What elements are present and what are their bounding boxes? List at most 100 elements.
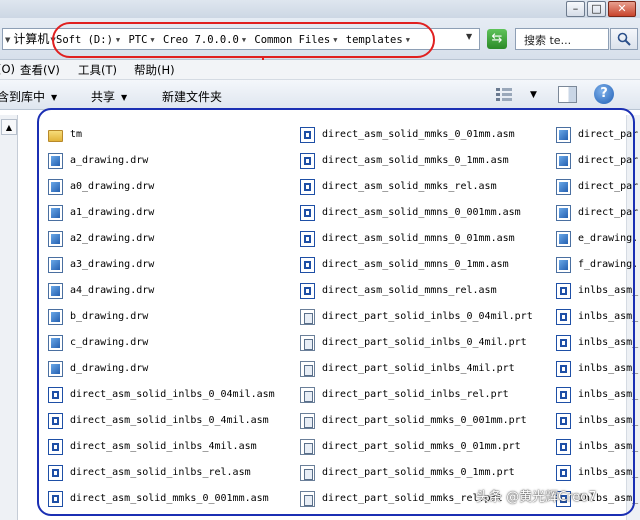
asm-file-icon [48, 439, 63, 455]
menu-item-tools[interactable]: 工具(T) [78, 62, 117, 78]
file-name: direct_asm_solid_mmks_0_1mm.asm [322, 155, 509, 166]
asm-file-icon [556, 413, 571, 429]
file-name: direct_part_solid_mmks_0_001mm.prt [322, 415, 527, 426]
file-name: direct_asm_solid_mmns_0_01mm.asm [322, 233, 515, 244]
maximize-button[interactable]: □ [587, 1, 606, 17]
file-name: direct_par [578, 129, 639, 140]
file-name: direct_asm_solid_mmns_0_001mm.asm [322, 207, 521, 218]
scroll-up-icon[interactable]: ▲ [1, 119, 17, 135]
file-name: b_drawing.drw [70, 311, 149, 322]
chevron-down-icon[interactable]: ▼ [530, 90, 537, 100]
drw-file-icon [556, 257, 571, 273]
menu-item-partial[interactable]: (O) [0, 62, 15, 76]
asm-file-icon [556, 335, 571, 351]
new-folder-button[interactable]: 新建文件夹 [162, 88, 222, 105]
asm-file-icon [556, 361, 571, 377]
search-input[interactable]: 搜索 te... [515, 28, 609, 50]
file-name: inlbs_asm_ [578, 337, 639, 348]
nav-pane-scrollbar[interactable]: ▲ [0, 115, 18, 520]
drw-file-icon [48, 205, 63, 221]
asm-file-icon [48, 491, 63, 507]
drw-file-icon [48, 335, 63, 351]
asm-file-icon [300, 205, 315, 221]
prt-file-icon [300, 309, 315, 325]
file-name: f_drawing. [578, 259, 639, 270]
view-options-icon[interactable] [495, 87, 513, 102]
asm-file-icon [556, 465, 571, 481]
asm-file-icon [48, 465, 63, 481]
file-name: direct_par [578, 207, 639, 218]
file-name: c_drawing.drw [70, 337, 149, 348]
file-name: a3_drawing.drw [70, 259, 155, 270]
drw-file-icon [48, 361, 63, 377]
drw-file-icon [48, 309, 63, 325]
file-name: tm [70, 129, 83, 140]
command-toolbar: 含到库中 ▼ 共享 ▼ 新建文件夹 ▼ ? [0, 80, 640, 110]
prt-file-icon [300, 335, 315, 351]
address-history-dropdown-icon[interactable]: ▼ [466, 32, 472, 41]
file-name: direct_part_solid_inlbs_rel.prt [322, 389, 509, 400]
drw-file-icon [48, 153, 63, 169]
file-name: e_drawing. [578, 233, 639, 244]
close-button[interactable]: ✕ [608, 1, 636, 17]
asm-file-icon [556, 309, 571, 325]
file-name: inlbs_asm_ [578, 415, 639, 426]
file-name: direct_asm_solid_inlbs_0_4mil.asm [70, 415, 269, 426]
file-name: direct_asm_solid_inlbs_4mil.asm [70, 441, 257, 452]
asm-file-icon [300, 153, 315, 169]
file-name: a2_drawing.drw [70, 233, 155, 244]
menu-bar: (O) 查看(V) 工具(T) 帮助(H) [0, 60, 640, 80]
file-name: inlbs_asm_ [578, 467, 639, 478]
asm-file-icon [556, 283, 571, 299]
file-name: direct_part_solid_mmks_0_1mm.prt [322, 467, 515, 478]
file-name: inlbs_asm_ [578, 389, 639, 400]
menu-item-view[interactable]: 查看(V) [20, 62, 60, 78]
include-in-library-button[interactable]: 含到库中 ▼ [0, 88, 57, 105]
drw-file-icon [556, 205, 571, 221]
file-name: direct_asm_solid_mmns_rel.asm [322, 285, 497, 296]
drw-file-icon [556, 153, 571, 169]
minimize-button[interactable]: – [566, 1, 585, 17]
refresh-icon[interactable]: ⇆ [487, 29, 507, 49]
drw-file-icon [48, 231, 63, 247]
asm-file-icon [556, 439, 571, 455]
asm-file-icon [48, 387, 63, 403]
file-name: a0_drawing.drw [70, 181, 155, 192]
file-name: direct_asm_solid_inlbs_rel.asm [70, 467, 251, 478]
address-highlight-annotation [52, 22, 435, 58]
search-placeholder: 搜索 te... [524, 34, 572, 47]
watermark: 头条 @黄光辉Creo7 [476, 490, 597, 505]
breadcrumb-computer[interactable]: ▼ 计算机▼ [4, 30, 59, 49]
file-name: inlbs_asm_ [578, 311, 639, 322]
chevron-down-icon: ▼ [121, 93, 128, 102]
folder-icon [48, 130, 63, 142]
file-name: a_drawing.drw [70, 155, 149, 166]
asm-file-icon [300, 283, 315, 299]
file-name: inlbs_asm_ [578, 285, 639, 296]
asm-file-icon [48, 413, 63, 429]
file-name: a1_drawing.drw [70, 207, 155, 218]
file-name: direct_par [578, 155, 639, 166]
file-name: a4_drawing.drw [70, 285, 155, 296]
file-name: direct_asm_solid_mmns_0_1mm.asm [322, 259, 509, 270]
file-name: inlbs_asm_ [578, 363, 639, 374]
file-name: direct_part_solid_inlbs_0_04mil.prt [322, 311, 533, 322]
share-button[interactable]: 共享 ▼ [91, 88, 127, 105]
drw-file-icon [48, 179, 63, 195]
preview-pane-icon[interactable] [558, 86, 577, 103]
file-name: direct_par [578, 181, 639, 192]
drw-file-icon [556, 179, 571, 195]
drw-file-icon [48, 257, 63, 273]
asm-file-icon [300, 127, 315, 143]
drw-file-icon [556, 231, 571, 247]
chevron-down-icon: ▼ [51, 93, 58, 102]
file-name: direct_part_solid_inlbs_4mil.prt [322, 363, 515, 374]
drw-file-icon [556, 127, 571, 143]
search-icon[interactable] [610, 28, 638, 50]
menu-item-help[interactable]: 帮助(H) [134, 62, 175, 78]
file-name: d_drawing.drw [70, 363, 149, 374]
asm-file-icon [300, 179, 315, 195]
help-icon[interactable]: ? [594, 84, 614, 104]
file-name: direct_asm_solid_inlbs_0_04mil.asm [70, 389, 275, 400]
prt-file-icon [300, 361, 315, 377]
